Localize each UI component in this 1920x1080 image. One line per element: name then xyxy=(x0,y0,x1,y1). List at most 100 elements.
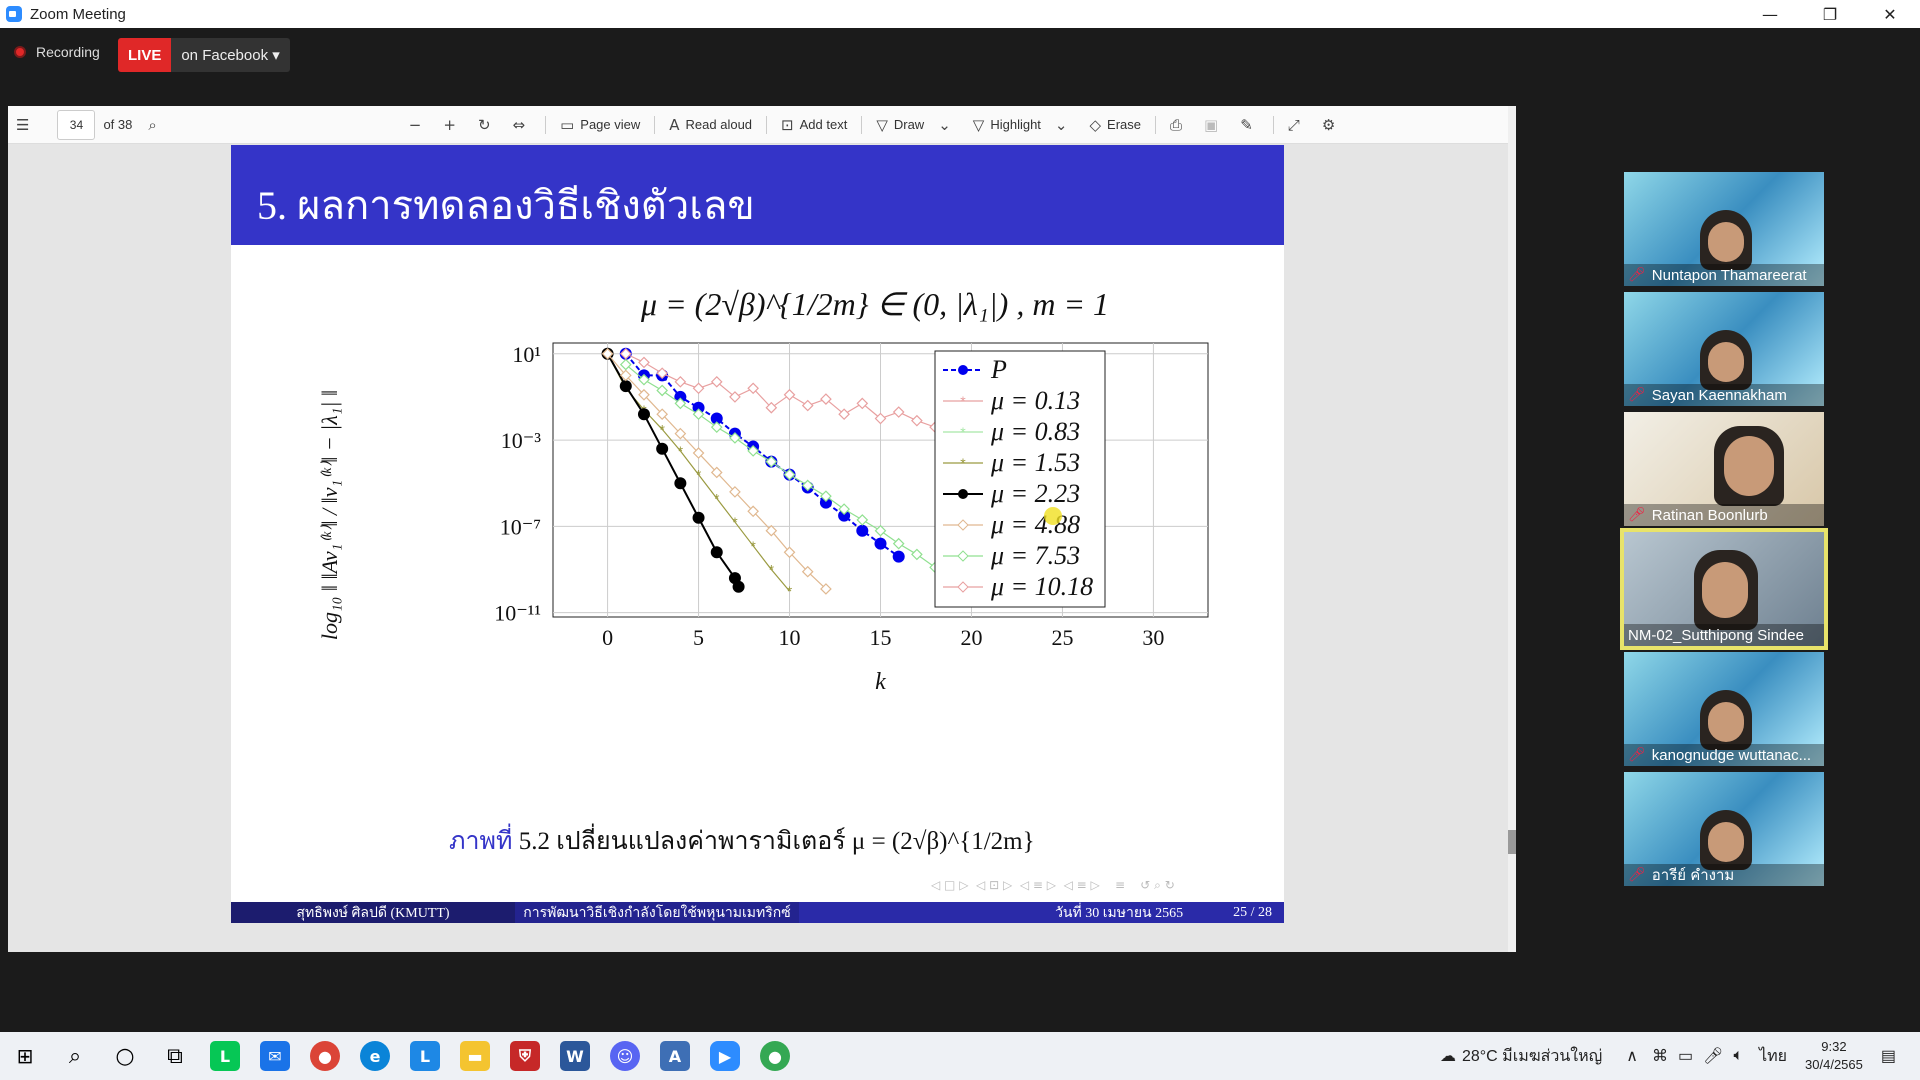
participant-tile[interactable]: 🎤︎ Nuntapon Thamareerat xyxy=(1624,172,1824,286)
erase-button[interactable]: ◇ Erase xyxy=(1082,106,1150,144)
tray-overflow-icon[interactable]: ∧ xyxy=(1626,1046,1638,1066)
draw-button[interactable]: ▽ Draw ⌄ xyxy=(868,106,964,144)
chrome-app-icon: ● xyxy=(310,1041,340,1071)
participant-name: NM-02_Sutthipong Sindee xyxy=(1628,626,1804,644)
legend-marker: * xyxy=(960,393,966,409)
vertical-scrollbar[interactable] xyxy=(1508,106,1516,952)
cortana-button[interactable]: ○ xyxy=(100,1032,150,1080)
notifications-icon[interactable]: ▤ xyxy=(1881,1046,1896,1066)
data-point: * xyxy=(659,421,665,437)
live-badge: LIVE xyxy=(118,38,172,72)
rotate-button[interactable]: ↻ xyxy=(470,106,505,144)
beamer-nav-icons[interactable]: ◁ □ ▷ ◁ ⊡ ▷ ◁ ≡ ▷ ◁ ≡ ▷ ≡ ↺ ⌕ ↻ xyxy=(931,878,1175,893)
taskbar-app-chrome[interactable]: ● xyxy=(300,1032,350,1080)
data-point: * xyxy=(696,467,702,483)
x-axis-label: k xyxy=(875,669,886,695)
close-button[interactable]: ✕ xyxy=(1860,0,1920,28)
x-tick-label: 5 xyxy=(693,625,704,650)
volume-icon[interactable]: 🔈︎ xyxy=(1733,1047,1743,1065)
settings-button[interactable]: ⚙ xyxy=(1314,106,1349,144)
restore-button[interactable]: ❐ xyxy=(1800,0,1860,28)
windows-icon: ⊞ xyxy=(16,1044,34,1068)
expand-icon: ⤢ xyxy=(1287,115,1300,134)
slide-footer: สุทธิพงษ์ ศิลปดี (KMUTT) การพัฒนาวิธีเชิ… xyxy=(231,902,1284,923)
list-icon: ☰ xyxy=(16,115,30,134)
read-aloud-button[interactable]: A Read aloud xyxy=(661,106,760,144)
legend-marker: * xyxy=(960,424,966,440)
discord-app-icon: ☺ xyxy=(610,1041,640,1071)
participant-tile[interactable]: 🎤︎ อารีย์ คำงาม xyxy=(1624,772,1824,886)
participant-name: Ratinan Boonlurb xyxy=(1651,506,1768,524)
read-aloud-icon: A xyxy=(669,115,680,134)
legend-label: P xyxy=(990,355,1007,384)
x-tick-label: 10 xyxy=(779,625,801,650)
task-view-button[interactable]: ⧉ xyxy=(150,1032,200,1080)
participant-name: Nuntapon Thamareerat xyxy=(1651,266,1807,284)
legend-label: μ = 7.53 xyxy=(990,541,1080,570)
page-view-button[interactable]: ▭ Page view xyxy=(552,106,648,144)
input-language[interactable]: ไทย xyxy=(1759,1044,1787,1069)
plus-icon: + xyxy=(443,115,456,134)
add-text-button[interactable]: ⊡ Add text xyxy=(773,106,855,144)
search-button[interactable]: ⌕ xyxy=(140,106,170,144)
zoom-in-button[interactable]: + xyxy=(435,106,470,144)
chrome-app-icon: ● xyxy=(760,1041,790,1071)
taskbar-app-discord[interactable]: ☺ xyxy=(600,1032,650,1080)
save-as-button[interactable]: ✎ xyxy=(1232,106,1267,144)
taskbar-app-doc[interactable]: A xyxy=(650,1032,700,1080)
fit-button[interactable]: ⇔ xyxy=(505,106,540,144)
weather-icon: ☁ xyxy=(1439,1048,1456,1065)
participant-tile-active-speaker[interactable]: NM-02_Sutthipong Sindee xyxy=(1620,528,1828,650)
print-button[interactable]: ⎙ xyxy=(1162,106,1196,144)
x-tick-label: 0 xyxy=(602,625,613,650)
zoom-logo-icon xyxy=(6,6,22,22)
taskbar-app-security[interactable]: ⛨ xyxy=(500,1032,550,1080)
legend-label: μ = 2.23 xyxy=(990,479,1080,508)
taskbar-app-zoom[interactable]: ▶ xyxy=(700,1032,750,1080)
search-icon: ⌕ xyxy=(148,115,157,134)
taskbar-app-edge[interactable]: e xyxy=(350,1032,400,1080)
participant-tile[interactable]: 🎤︎ Sayan Kaennakham xyxy=(1624,292,1824,406)
recording-indicator[interactable]: Recording xyxy=(14,38,100,66)
weather-text[interactable]: 28°C มีเมฆส่วนใหญ่ xyxy=(1462,1044,1602,1069)
search-taskbar-button[interactable]: ⌕ xyxy=(50,1032,100,1080)
clock[interactable]: 9:32 30/4/2565 xyxy=(1805,1038,1863,1074)
data-point xyxy=(856,524,869,537)
l-app-icon: L xyxy=(410,1041,440,1071)
highlight-button[interactable]: ▽ Highlight ⌄ xyxy=(965,106,1082,144)
data-point xyxy=(732,580,745,593)
data-point: * xyxy=(678,443,684,459)
save-button[interactable]: ▣ xyxy=(1196,106,1232,144)
minus-icon: − xyxy=(408,115,422,134)
scrollbar-thumb[interactable] xyxy=(1508,830,1516,854)
zoom-app-icon: ▶ xyxy=(710,1041,740,1071)
participant-tile[interactable]: 🎤︎ kanognudge wuttanac... xyxy=(1624,652,1824,766)
taskbar-app-word[interactable]: W xyxy=(550,1032,600,1080)
contents-button[interactable]: ☰ xyxy=(8,106,43,144)
start-button[interactable]: ⊞ xyxy=(0,1032,50,1080)
zoom-out-button[interactable]: − xyxy=(401,106,436,144)
taskbar-app-chrome-2[interactable]: ● xyxy=(750,1032,800,1080)
network-icon[interactable]: ⌘ xyxy=(1652,1046,1668,1066)
folder-app-icon: ▬ xyxy=(460,1041,490,1071)
x-tick-label: 30 xyxy=(1142,625,1164,650)
toolbar-divider xyxy=(654,115,656,134)
taskbar-app-mail[interactable]: ✉ xyxy=(250,1032,300,1080)
save-as-icon: ✎ xyxy=(1240,115,1253,134)
data-point xyxy=(874,537,887,550)
toolbar-divider xyxy=(545,115,547,134)
page-number-input[interactable]: 34 xyxy=(57,109,96,140)
battery-icon[interactable]: ▭ xyxy=(1678,1046,1693,1066)
microphone-icon[interactable]: 🎤︎ xyxy=(1703,1046,1723,1066)
participant-tile[interactable]: 🎤︎ Ratinan Boonlurb xyxy=(1624,412,1824,526)
taskbar-app-l[interactable]: L xyxy=(400,1032,450,1080)
taskbar-app-line[interactable]: L xyxy=(200,1032,250,1080)
cortana-icon: ○ xyxy=(115,1043,135,1069)
footer-page: 25 / 28 xyxy=(1233,904,1272,920)
pointer-highlight xyxy=(1044,507,1062,525)
rotate-icon: ↻ xyxy=(477,115,491,134)
live-stream-button[interactable]: LIVE on Facebook ▾ xyxy=(118,38,290,72)
fullscreen-button[interactable]: ⤢ xyxy=(1280,106,1314,144)
minimize-button[interactable]: — xyxy=(1740,0,1800,28)
taskbar-app-explorer[interactable]: ▬ xyxy=(450,1032,500,1080)
